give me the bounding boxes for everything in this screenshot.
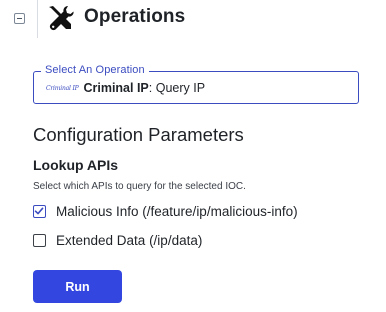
panel-header: Operations — [0, 0, 386, 38]
checkbox-unchecked[interactable] — [33, 234, 46, 247]
operation-select-legend: Select An Operation — [41, 64, 149, 77]
checkmark-icon — [34, 207, 44, 215]
operation-select-value[interactable]: Criminal IP Criminal IP: Query IP — [46, 81, 205, 95]
criminal-ip-logo-icon: Criminal IP — [46, 84, 79, 92]
operation-separator: : — [148, 81, 153, 95]
header-divider — [37, 0, 38, 38]
option-label: Extended Data (/ip/data) — [56, 233, 203, 248]
operation-action: Query IP — [155, 81, 206, 95]
operation-vendor: Criminal IP — [83, 81, 149, 95]
option-extended-data[interactable]: Extended Data (/ip/data) — [33, 233, 202, 248]
page-title: Operations — [84, 6, 186, 27]
configuration-title: Configuration Parameters — [33, 124, 244, 145]
run-button[interactable]: Run — [33, 270, 122, 303]
lookup-apis-title: Lookup APIs — [33, 157, 119, 173]
operations-panel: Operations Select An Operation Criminal … — [0, 0, 386, 312]
lookup-apis-description: Select which APIs to query for the selec… — [33, 181, 246, 192]
option-malicious-info[interactable]: Malicious Info (/feature/ip/malicious-in… — [33, 204, 298, 219]
wrench-screwdriver-icon — [49, 6, 74, 31]
minus-square-icon[interactable] — [14, 13, 25, 24]
option-label: Malicious Info (/feature/ip/malicious-in… — [56, 204, 298, 219]
checkbox-checked[interactable] — [33, 205, 46, 218]
